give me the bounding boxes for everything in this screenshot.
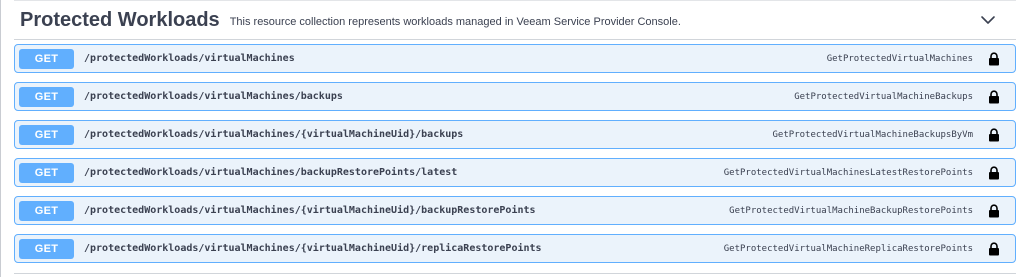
operation-row[interactable]: GET /protectedWorkloads/virtualMachines/… (14, 158, 1016, 187)
operation-row[interactable]: GET /protectedWorkloads/virtualMachines … (14, 44, 1016, 73)
method-badge[interactable]: GET (19, 200, 74, 221)
lock-icon[interactable] (988, 128, 1000, 142)
chevron-down-icon[interactable] (980, 14, 996, 26)
operations-list: GET /protectedWorkloads/virtualMachines … (14, 44, 1016, 272)
left-divider (0, 0, 1, 277)
operation-path[interactable]: /protectedWorkloads/virtualMachines/back… (84, 167, 457, 178)
swagger-page: Protected Workloads This resource collec… (0, 0, 1024, 277)
operation-id: GetProtectedVirtualMachineReplicaRestore… (723, 243, 973, 254)
method-badge[interactable]: GET (19, 238, 74, 259)
method-badge[interactable]: GET (19, 124, 74, 145)
operation-row[interactable]: GET /protectedWorkloads/virtualMachines/… (14, 196, 1016, 225)
operation-id: GetProtectedVirtualMachineBackupRestoreP… (729, 205, 973, 216)
operation-id: GetProtectedVirtualMachines (826, 53, 973, 64)
method-badge[interactable]: GET (19, 162, 74, 183)
operation-row[interactable]: GET /protectedWorkloads/virtualMachines/… (14, 82, 1016, 111)
operation-path[interactable]: /protectedWorkloads/virtualMachines/back… (84, 91, 343, 102)
operation-path[interactable]: /protectedWorkloads/virtualMachines/{vir… (84, 243, 542, 254)
section-description: This resource collection represents work… (229, 15, 681, 28)
method-badge[interactable]: GET (19, 86, 74, 107)
operation-id: GetProtectedVirtualMachineBackups (794, 91, 973, 102)
operation-path[interactable]: /protectedWorkloads/virtualMachines/{vir… (84, 129, 463, 140)
lock-icon[interactable] (988, 204, 1000, 218)
lock-icon[interactable] (988, 242, 1000, 256)
lock-icon[interactable] (988, 52, 1000, 66)
section-title: Protected Workloads (20, 8, 220, 31)
operation-id: GetProtectedVirtualMachinesLatestRestore… (723, 167, 973, 178)
bottom-divider (14, 273, 1016, 274)
operation-id: GetProtectedVirtualMachineBackupsByVm (772, 129, 973, 140)
method-badge[interactable]: GET (19, 48, 74, 69)
section-header[interactable]: Protected Workloads This resource collec… (14, 0, 1016, 40)
lock-icon[interactable] (988, 166, 1000, 180)
operation-row[interactable]: GET /protectedWorkloads/virtualMachines/… (14, 234, 1016, 263)
operation-path[interactable]: /protectedWorkloads/virtualMachines/{vir… (84, 205, 536, 216)
operation-row[interactable]: GET /protectedWorkloads/virtualMachines/… (14, 120, 1016, 149)
lock-icon[interactable] (988, 90, 1000, 104)
operation-path[interactable]: /protectedWorkloads/virtualMachines (84, 53, 295, 64)
